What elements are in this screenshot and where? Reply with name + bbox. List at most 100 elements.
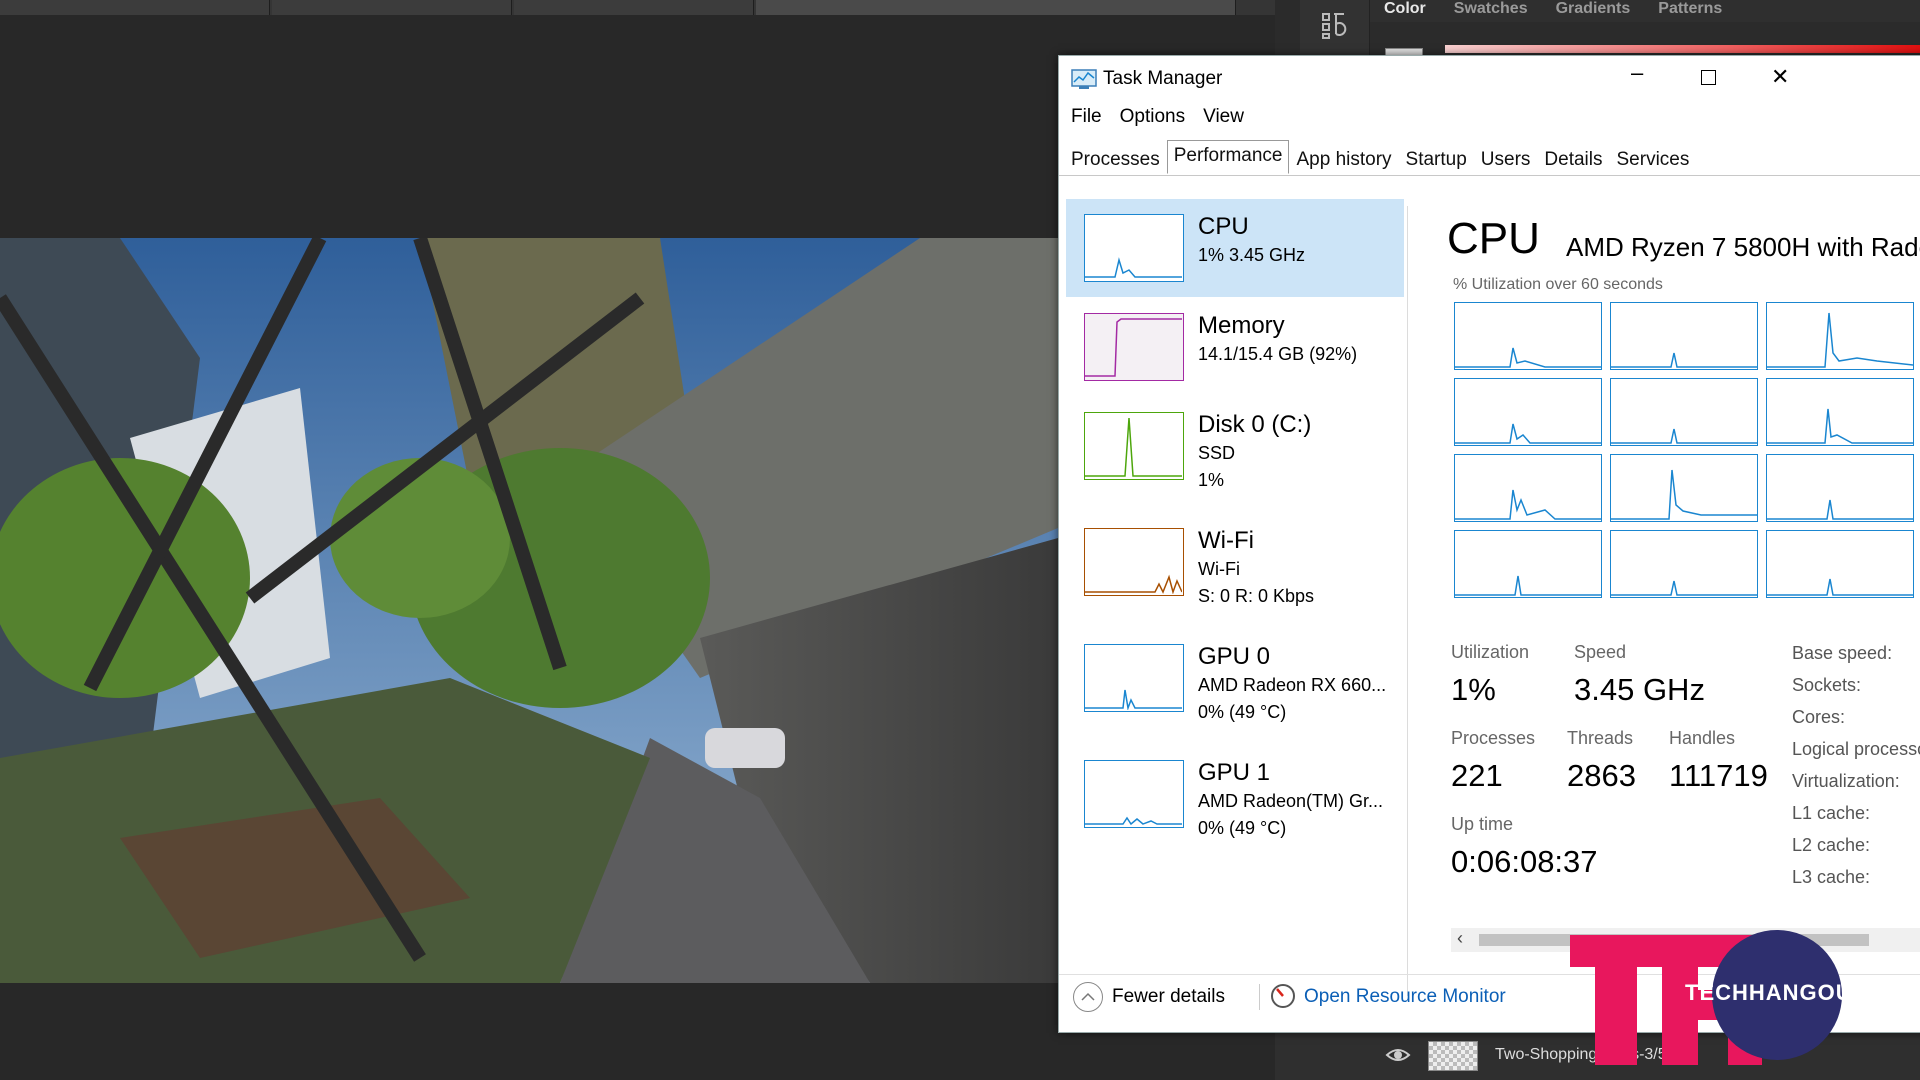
tab-details[interactable]: Details: [1537, 144, 1609, 174]
resource-monitor-icon[interactable]: [1269, 982, 1297, 1010]
cores-label: Cores:: [1792, 707, 1846, 727]
uptime-label: Up time: [1451, 814, 1514, 834]
layer-thumbnail: [1428, 1041, 1478, 1071]
history-panel-icon[interactable]: [1320, 10, 1350, 40]
handles-label: Handles: [1669, 728, 1736, 748]
window-title: Task Manager: [1103, 68, 1223, 89]
cpu-model: AMD Ryzen 7 5800H with Radeon Graphics: [1566, 232, 1920, 262]
tab-users[interactable]: Users: [1474, 144, 1538, 174]
sidebar-item-memory[interactable]: Memory 14.1/15.4 GB (92%): [1066, 298, 1404, 396]
tab-patterns[interactable]: Patterns: [1644, 0, 1736, 22]
logo-text: TECHHANGOUT: [1685, 980, 1868, 1005]
core-graph: [1610, 378, 1758, 446]
tab-gradients[interactable]: Gradients: [1542, 0, 1645, 22]
color-panel-tabs: Color Swatches Gradients Patterns: [1370, 0, 1920, 22]
l3-cache-label: L3 cache:: [1792, 867, 1871, 887]
sidebar-memory-name: Memory: [1198, 312, 1285, 339]
menu-bar: File Options View: [1071, 106, 1244, 128]
core-graph: [1610, 454, 1758, 522]
title-bar[interactable]: Task Manager – ✕: [1059, 56, 1920, 102]
color-slider[interactable]: [1445, 45, 1920, 53]
core-graph: [1766, 530, 1914, 598]
fewer-details-chevron-icon[interactable]: [1073, 982, 1103, 1012]
sidebar-gpu0-sub2: 0% (49 °C): [1198, 702, 1287, 722]
core-graph: [1454, 302, 1602, 370]
sidebar-wifi-name: Wi-Fi: [1198, 527, 1254, 554]
sidebar-item-cpu[interactable]: CPU 1% 3.45 GHz: [1066, 199, 1404, 297]
minimize-icon[interactable]: –: [1631, 60, 1643, 86]
threads-label: Threads: [1567, 728, 1634, 748]
sidebar-item-disk[interactable]: Disk 0 (C:) SSD 1%: [1066, 397, 1404, 512]
detail-title: CPU: [1447, 214, 1540, 263]
sidebar-wifi-sub1: Wi-Fi: [1198, 559, 1240, 579]
document-tab[interactable]: [272, 0, 512, 15]
handles-value: 111719: [1669, 758, 1768, 793]
gpu1-thumbnail-graph: [1084, 760, 1184, 828]
core-graph: [1766, 302, 1914, 370]
virtualization-label: Virtualization:: [1792, 771, 1900, 791]
tab-services[interactable]: Services: [1610, 144, 1697, 174]
wifi-thumbnail-graph: [1084, 528, 1184, 596]
cpu-thumbnail-graph: [1084, 214, 1184, 282]
threads-value: 2863: [1567, 758, 1636, 793]
task-manager-window: Task Manager – ✕ File Options View Proce…: [1058, 55, 1920, 1033]
sidebar-disk-sub1: SSD: [1198, 443, 1236, 463]
scroll-left-icon[interactable]: ‹: [1457, 928, 1463, 949]
processes-label: Processes: [1451, 728, 1536, 748]
sidebar-item-gpu0[interactable]: GPU 0 AMD Radeon RX 660... 0% (49 °C): [1066, 629, 1404, 744]
base-speed-label: Base speed:: [1792, 643, 1893, 663]
sidebar-disk-name: Disk 0 (C:): [1198, 411, 1312, 438]
utilization-label: Utilization: [1451, 642, 1530, 662]
tab-startup[interactable]: Startup: [1399, 144, 1474, 174]
utilization-value: 1%: [1451, 672, 1496, 707]
pane-divider: [1407, 206, 1408, 996]
document-tab[interactable]: [514, 0, 754, 15]
logical-processors-label: Logical processors:: [1792, 739, 1920, 759]
footer-separator: [1259, 984, 1260, 1010]
gpu0-thumbnail-graph: [1084, 644, 1184, 712]
l2-cache-label: L2 cache:: [1792, 835, 1871, 855]
open-resource-monitor-link[interactable]: Open Resource Monitor: [1304, 986, 1506, 1008]
core-graph: [1454, 454, 1602, 522]
speed-value: 3.45 GHz: [1574, 672, 1705, 707]
graph-label: % Utilization over 60 seconds: [1453, 276, 1663, 293]
tab-processes[interactable]: Processes: [1064, 144, 1167, 174]
sidebar-item-wifi[interactable]: Wi-Fi Wi-Fi S: 0 R: 0 Kbps: [1066, 513, 1404, 628]
processes-value: 221: [1451, 758, 1503, 793]
core-graph: [1766, 454, 1914, 522]
panel-toolstrip: [1300, 0, 1370, 60]
tab-app-history[interactable]: App history: [1289, 144, 1398, 174]
core-graph: [1766, 378, 1914, 446]
speed-label: Speed: [1574, 642, 1627, 662]
sidebar-wifi-sub2: S: 0 R: 0 Kbps: [1198, 586, 1315, 606]
sidebar-gpu0-name: GPU 0: [1198, 643, 1271, 670]
core-graph: [1454, 378, 1602, 446]
eye-icon[interactable]: [1385, 1045, 1411, 1065]
menu-options[interactable]: Options: [1120, 106, 1185, 128]
document-tab[interactable]: [0, 0, 270, 15]
menu-view[interactable]: View: [1203, 106, 1244, 128]
core-graph: [1610, 302, 1758, 370]
sidebar-disk-sub2: 1%: [1198, 470, 1225, 490]
sidebar-cpu-name: CPU: [1198, 213, 1249, 240]
tab-performance[interactable]: Performance: [1166, 140, 1290, 174]
core-graph: [1454, 530, 1602, 598]
sidebar-cpu-sub: 1% 3.45 GHz: [1198, 245, 1306, 265]
tab-bar: Processes Performance App history Startu…: [1064, 140, 1697, 176]
uptime-value: 0:06:08:37: [1451, 844, 1598, 879]
fewer-details-link[interactable]: Fewer details: [1112, 986, 1225, 1008]
task-manager-icon: [1071, 69, 1097, 89]
architectural-render-image: [0, 238, 1058, 983]
techhangout-logo: TECHHANGOUT: [1570, 930, 1920, 1070]
menu-file[interactable]: File: [1071, 106, 1102, 128]
canvas-image: [0, 238, 1058, 983]
tab-divider: [1059, 175, 1920, 176]
tab-swatches[interactable]: Swatches: [1440, 0, 1542, 22]
close-icon[interactable]: ✕: [1771, 64, 1789, 90]
sidebar-item-gpu1[interactable]: GPU 1 AMD Radeon(TM) Gr... 0% (49 °C): [1066, 745, 1404, 860]
core-graph: [1610, 530, 1758, 598]
tab-color[interactable]: Color: [1370, 0, 1440, 22]
document-tab-active[interactable]: [756, 0, 1236, 15]
sidebar-memory-sub: 14.1/15.4 GB (92%): [1198, 344, 1358, 364]
maximize-icon[interactable]: [1701, 70, 1716, 85]
